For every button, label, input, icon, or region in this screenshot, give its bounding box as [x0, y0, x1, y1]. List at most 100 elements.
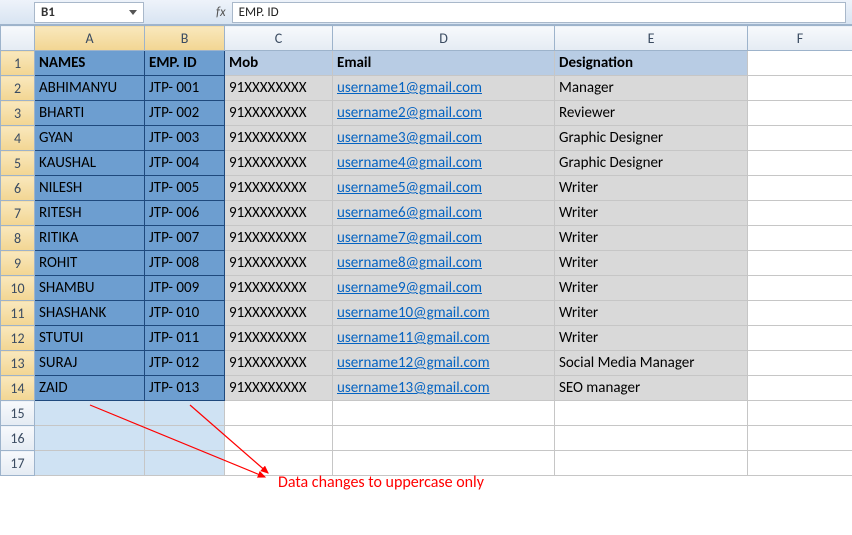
cell-D14[interactable]: username13@gmail.com	[333, 376, 555, 401]
cell-D2[interactable]: username1@gmail.com	[333, 76, 555, 101]
cell-E16[interactable]	[555, 426, 748, 451]
cell-C4[interactable]: 91XXXXXXXX	[225, 126, 333, 151]
cell-A5[interactable]: KAUSHAL	[35, 151, 145, 176]
cell-C13[interactable]: 91XXXXXXXX	[225, 351, 333, 376]
name-box[interactable]: B1	[34, 2, 144, 23]
col-header-C[interactable]: C	[225, 26, 333, 51]
row-header[interactable]: 13	[1, 351, 35, 376]
cell-B6[interactable]: JTP- 005	[145, 176, 225, 201]
cell-E8[interactable]: Writer	[555, 226, 748, 251]
cell-F4[interactable]	[748, 126, 852, 151]
cell-A2[interactable]: ABHIMANYU	[35, 76, 145, 101]
cell-F8[interactable]	[748, 226, 852, 251]
col-header-F[interactable]: F	[748, 26, 852, 51]
cell-F11[interactable]	[748, 301, 852, 326]
cell-E13[interactable]: Social Media Manager	[555, 351, 748, 376]
row-header[interactable]: 1	[1, 51, 35, 76]
cell-C2[interactable]: 91XXXXXXXX	[225, 76, 333, 101]
cell-E3[interactable]: Reviewer	[555, 101, 748, 126]
cell-A7[interactable]: RITESH	[35, 201, 145, 226]
cell-A13[interactable]: SURAJ	[35, 351, 145, 376]
cell-C11[interactable]: 91XXXXXXXX	[225, 301, 333, 326]
cell-A11[interactable]: SHASHANK	[35, 301, 145, 326]
cell-D5[interactable]: username4@gmail.com	[333, 151, 555, 176]
cell-B3[interactable]: JTP- 002	[145, 101, 225, 126]
cell-C16[interactable]	[225, 426, 333, 451]
col-header-E[interactable]: E	[555, 26, 748, 51]
fx-icon[interactable]: fx	[216, 5, 226, 20]
cell-E1[interactable]: Designation	[555, 51, 748, 76]
cell-E2[interactable]: Manager	[555, 76, 748, 101]
cell-D13[interactable]: username12@gmail.com	[333, 351, 555, 376]
cell-F9[interactable]	[748, 251, 852, 276]
cell-B12[interactable]: JTP- 011	[145, 326, 225, 351]
cell-A4[interactable]: GYAN	[35, 126, 145, 151]
cell-F5[interactable]	[748, 151, 852, 176]
row-header[interactable]: 5	[1, 151, 35, 176]
col-header-A[interactable]: A	[35, 26, 145, 51]
cell-F14[interactable]	[748, 376, 852, 401]
cell-D11[interactable]: username10@gmail.com	[333, 301, 555, 326]
cell-F10[interactable]	[748, 276, 852, 301]
cell-C10[interactable]: 91XXXXXXXX	[225, 276, 333, 301]
cell-E14[interactable]: SEO manager	[555, 376, 748, 401]
cell-F12[interactable]	[748, 326, 852, 351]
cell-B4[interactable]: JTP- 003	[145, 126, 225, 151]
cell-C12[interactable]: 91XXXXXXXX	[225, 326, 333, 351]
cell-E11[interactable]: Writer	[555, 301, 748, 326]
cell-B17[interactable]	[145, 451, 225, 476]
cell-F1[interactable]	[748, 51, 852, 76]
cell-F3[interactable]	[748, 101, 852, 126]
cell-E12[interactable]: Writer	[555, 326, 748, 351]
cell-B10[interactable]: JTP- 009	[145, 276, 225, 301]
row-header[interactable]: 8	[1, 226, 35, 251]
cell-C14[interactable]: 91XXXXXXXX	[225, 376, 333, 401]
row-header[interactable]: 16	[1, 426, 35, 451]
cell-E4[interactable]: Graphic Designer	[555, 126, 748, 151]
row-header[interactable]: 10	[1, 276, 35, 301]
cell-A16[interactable]	[35, 426, 145, 451]
cell-D9[interactable]: username8@gmail.com	[333, 251, 555, 276]
cell-B16[interactable]	[145, 426, 225, 451]
cell-C3[interactable]: 91XXXXXXXX	[225, 101, 333, 126]
row-header[interactable]: 15	[1, 401, 35, 426]
cell-C7[interactable]: 91XXXXXXXX	[225, 201, 333, 226]
cell-C17[interactable]	[225, 451, 333, 476]
cell-F17[interactable]	[748, 451, 852, 476]
row-header[interactable]: 12	[1, 326, 35, 351]
cell-D7[interactable]: username6@gmail.com	[333, 201, 555, 226]
cell-F13[interactable]	[748, 351, 852, 376]
cell-E17[interactable]	[555, 451, 748, 476]
cell-F2[interactable]	[748, 76, 852, 101]
cell-C1[interactable]: Mob	[225, 51, 333, 76]
row-header[interactable]: 7	[1, 201, 35, 226]
cell-A8[interactable]: RITIKA	[35, 226, 145, 251]
col-header-D[interactable]: D	[333, 26, 555, 51]
cell-A6[interactable]: NILESH	[35, 176, 145, 201]
cell-C6[interactable]: 91XXXXXXXX	[225, 176, 333, 201]
cell-D10[interactable]: username9@gmail.com	[333, 276, 555, 301]
chevron-down-icon[interactable]	[129, 10, 137, 15]
cell-E5[interactable]: Graphic Designer	[555, 151, 748, 176]
cell-D15[interactable]	[333, 401, 555, 426]
cell-D12[interactable]: username11@gmail.com	[333, 326, 555, 351]
cell-E6[interactable]: Writer	[555, 176, 748, 201]
cell-C9[interactable]: 91XXXXXXXX	[225, 251, 333, 276]
row-header[interactable]: 17	[1, 451, 35, 476]
cell-A3[interactable]: BHARTI	[35, 101, 145, 126]
formula-input[interactable]: EMP. ID	[232, 2, 846, 23]
cell-A12[interactable]: STUTUI	[35, 326, 145, 351]
cell-B8[interactable]: JTP- 007	[145, 226, 225, 251]
cell-D3[interactable]: username2@gmail.com	[333, 101, 555, 126]
select-all-corner[interactable]	[1, 26, 35, 51]
cell-B13[interactable]: JTP- 012	[145, 351, 225, 376]
row-header[interactable]: 2	[1, 76, 35, 101]
cell-D8[interactable]: username7@gmail.com	[333, 226, 555, 251]
row-header[interactable]: 11	[1, 301, 35, 326]
cell-A14[interactable]: ZAID	[35, 376, 145, 401]
cell-B11[interactable]: JTP- 010	[145, 301, 225, 326]
cell-B9[interactable]: JTP- 008	[145, 251, 225, 276]
cell-A10[interactable]: SHAMBU	[35, 276, 145, 301]
cell-B5[interactable]: JTP- 004	[145, 151, 225, 176]
cell-D16[interactable]	[333, 426, 555, 451]
